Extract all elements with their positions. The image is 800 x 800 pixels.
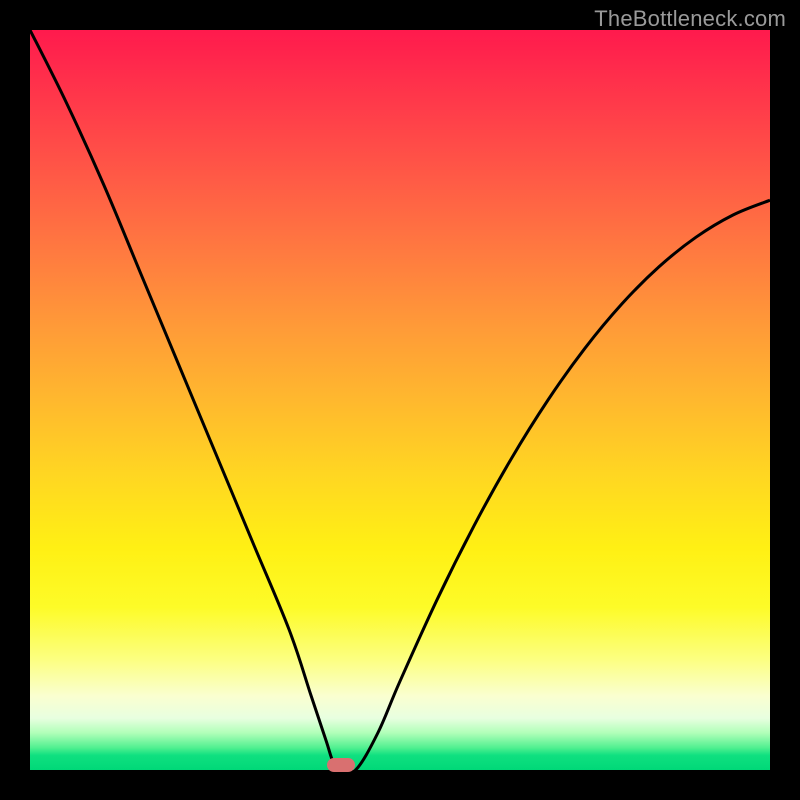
- min-marker: [327, 758, 355, 772]
- bottleneck-curve: [30, 30, 770, 770]
- plot-area: [30, 30, 770, 770]
- curve-path: [30, 30, 770, 770]
- chart-container: TheBottleneck.com: [0, 0, 800, 800]
- watermark-text: TheBottleneck.com: [594, 6, 786, 32]
